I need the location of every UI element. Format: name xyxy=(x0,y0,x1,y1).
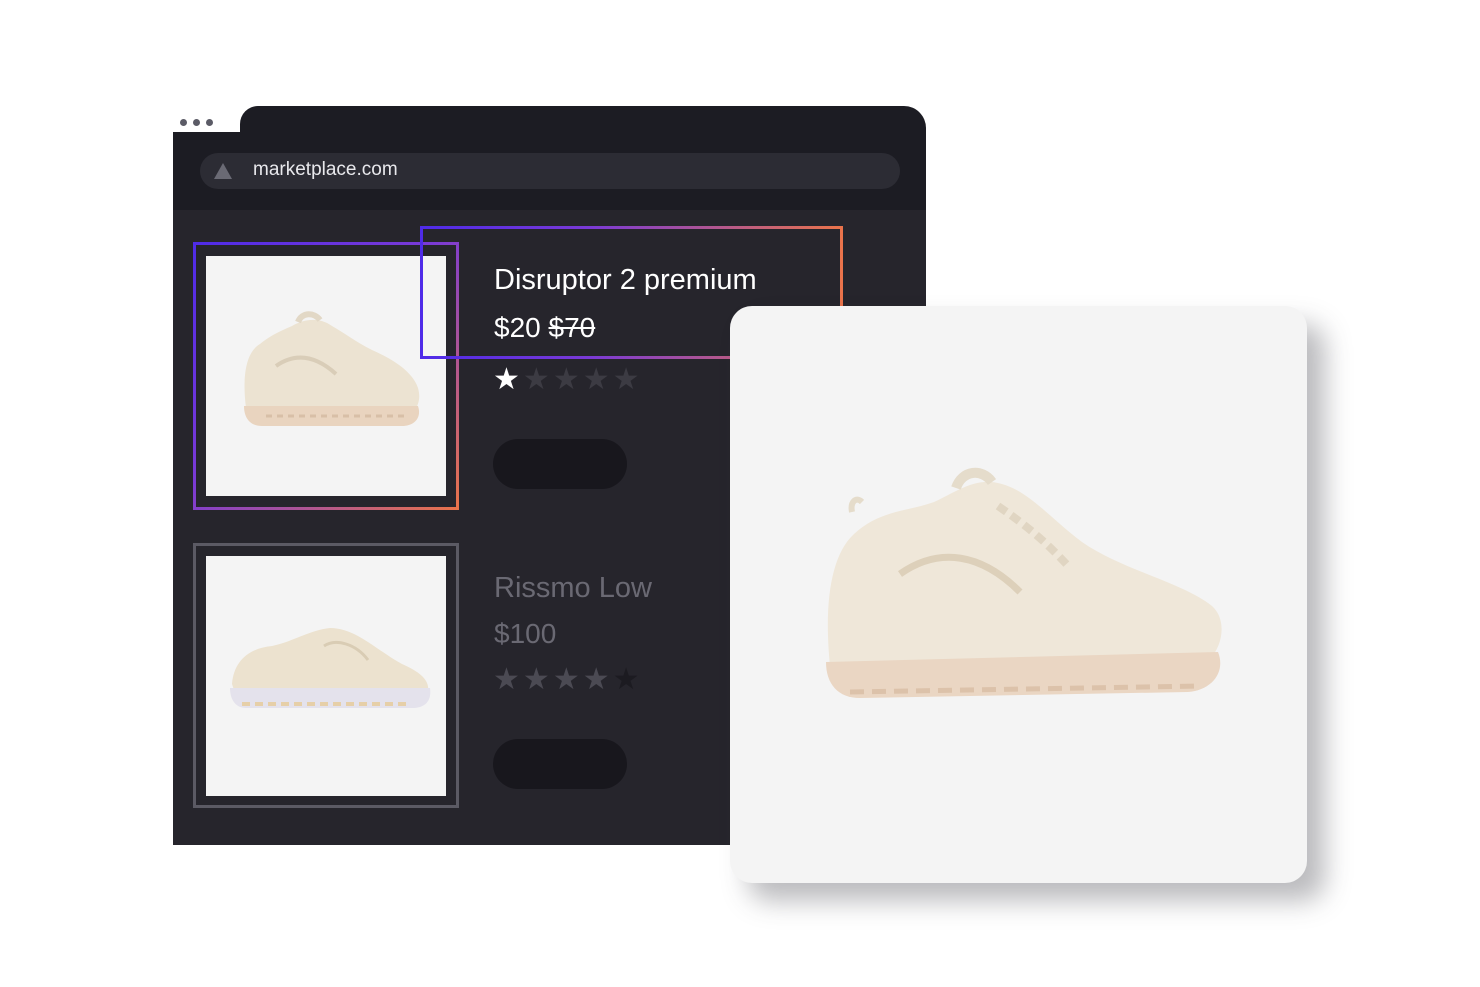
star-icon: ★ xyxy=(582,363,613,396)
product-1-price-row: $20 $70 xyxy=(494,312,595,344)
product-2-price: $100 xyxy=(494,618,557,649)
address-url[interactable]: marketplace.com xyxy=(253,159,398,181)
star-icon: ★ xyxy=(522,663,553,696)
product-1-action-button[interactable] xyxy=(493,439,627,489)
sneaker-large-icon xyxy=(826,468,1222,698)
product-2-title[interactable]: Rissmo Low xyxy=(494,572,652,605)
product-2-image[interactable] xyxy=(206,556,446,796)
product-1-old-price: $70 xyxy=(548,312,596,343)
star-icon: ★ xyxy=(612,363,643,396)
triangle-icon xyxy=(214,163,232,179)
star-icon: ★ xyxy=(552,363,583,396)
star-icon: ★ xyxy=(522,363,553,396)
product-2-rating: ★★★★★ xyxy=(493,665,643,695)
sneaker-icon xyxy=(244,311,420,426)
star-icon: ★ xyxy=(552,663,583,696)
product-2-action-button[interactable] xyxy=(493,739,627,789)
star-icon: ★ xyxy=(493,663,523,696)
window-menu-dots-icon[interactable] xyxy=(180,119,213,126)
star-icon: ★ xyxy=(493,363,523,396)
product-1-price: $20 xyxy=(494,312,541,343)
star-icon: ★ xyxy=(612,663,643,696)
star-icon: ★ xyxy=(582,663,613,696)
product-1-rating: ★★★★★ xyxy=(493,365,643,395)
product-preview-card[interactable] xyxy=(730,306,1307,883)
product-1-title[interactable]: Disruptor 2 premium xyxy=(494,264,757,297)
product-1-image[interactable] xyxy=(206,256,446,496)
sneaker-icon xyxy=(230,628,431,708)
